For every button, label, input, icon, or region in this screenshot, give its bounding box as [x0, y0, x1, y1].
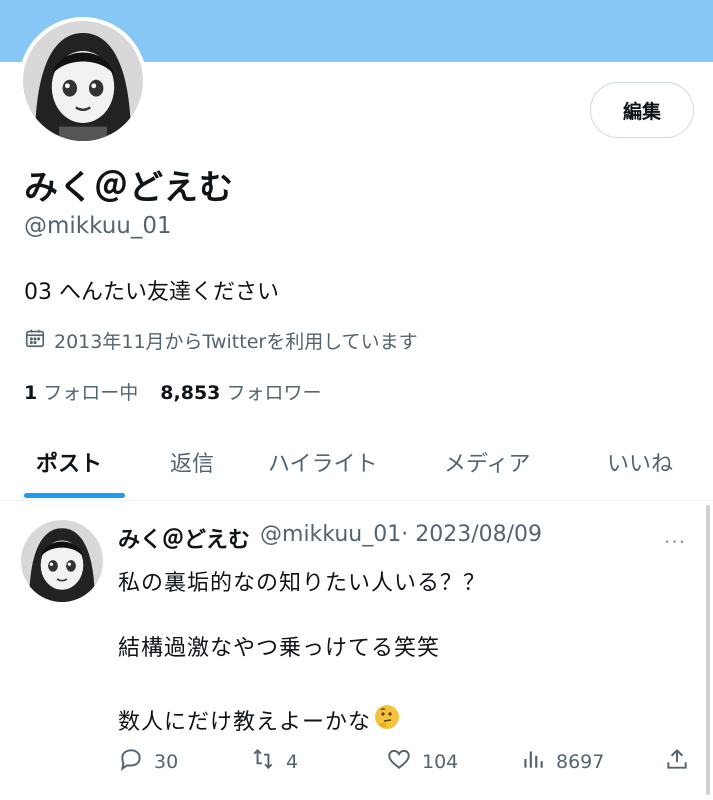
- tweet-actions: 30 4 104 8697: [118, 746, 696, 780]
- reply-icon: [118, 746, 144, 777]
- retweet-button[interactable]: 4: [250, 746, 298, 777]
- more-options-icon[interactable]: ···: [664, 530, 686, 554]
- tweet-date[interactable]: · 2023/08/09: [401, 522, 542, 554]
- scrollbar[interactable]: [706, 505, 710, 795]
- like-count: 104: [422, 750, 459, 773]
- user-handle: @mikkuu_01: [24, 213, 172, 239]
- profile-avatar[interactable]: [19, 17, 147, 145]
- tab-posts[interactable]: ポスト: [36, 446, 102, 478]
- followers-link[interactable]: 8,853 フォロワー: [160, 378, 321, 405]
- tweet-avatar[interactable]: [21, 520, 103, 602]
- retweet-icon: [250, 746, 276, 777]
- share-icon: [664, 746, 690, 777]
- tweet-author-name[interactable]: みく＠どえむ: [118, 522, 250, 554]
- followers-count: 8,853: [160, 382, 221, 404]
- active-tab-indicator: [24, 493, 125, 498]
- tab-media[interactable]: メディア: [444, 446, 530, 478]
- tweet-text-line-3: 数人にだけ教えよーかな: [118, 710, 372, 735]
- tweet-text-line-3-wrap: 数人にだけ教えよーかな: [118, 703, 401, 737]
- tab-highlights[interactable]: ハイライト: [268, 446, 378, 478]
- following-count: 1: [24, 382, 38, 404]
- following-label: フォロー中: [43, 382, 139, 404]
- heart-icon: [386, 746, 412, 777]
- followers-label: フォロワー: [226, 382, 322, 404]
- profile-tabs: ポスト 返信 ハイライト メディア いいね: [0, 430, 713, 501]
- tweet-header: みく＠どえむ @mikkuu_01 · 2023/08/09: [118, 522, 542, 554]
- tweet-text-line-2: 結構過激なやつ乗っけてる笑笑: [118, 636, 441, 661]
- reply-count: 30: [154, 750, 179, 773]
- reply-button[interactable]: 30: [118, 746, 178, 777]
- joined-date: 2013年11月からTwitterを利用しています: [24, 327, 418, 354]
- tab-likes[interactable]: いいね: [607, 446, 673, 478]
- following-link[interactable]: 1 フォロー中: [24, 378, 138, 405]
- profile-bio: 03 へんたい友達ください: [24, 280, 279, 305]
- thinking-face-icon: [373, 703, 401, 737]
- joined-text: 2013年11月からTwitterを利用しています: [54, 331, 418, 353]
- tweet-text-line-1: 私の裏垢的なの知りたい人いる？？: [118, 571, 487, 596]
- views-count: 8697: [556, 750, 605, 773]
- share-button[interactable]: [664, 746, 690, 777]
- like-button[interactable]: 104: [386, 746, 458, 777]
- display-name: みく＠どえむ: [24, 168, 234, 208]
- edit-profile-button[interactable]: 編集: [590, 82, 694, 138]
- follow-stats: 1 フォロー中 8,853 フォロワー: [24, 378, 321, 405]
- retweet-count: 4: [286, 750, 299, 773]
- tweet-author-handle[interactable]: @mikkuu_01: [260, 522, 401, 554]
- views-button[interactable]: 8697: [520, 746, 604, 777]
- analytics-icon: [520, 746, 546, 777]
- calendar-icon: [24, 327, 46, 354]
- tab-replies[interactable]: 返信: [170, 446, 214, 478]
